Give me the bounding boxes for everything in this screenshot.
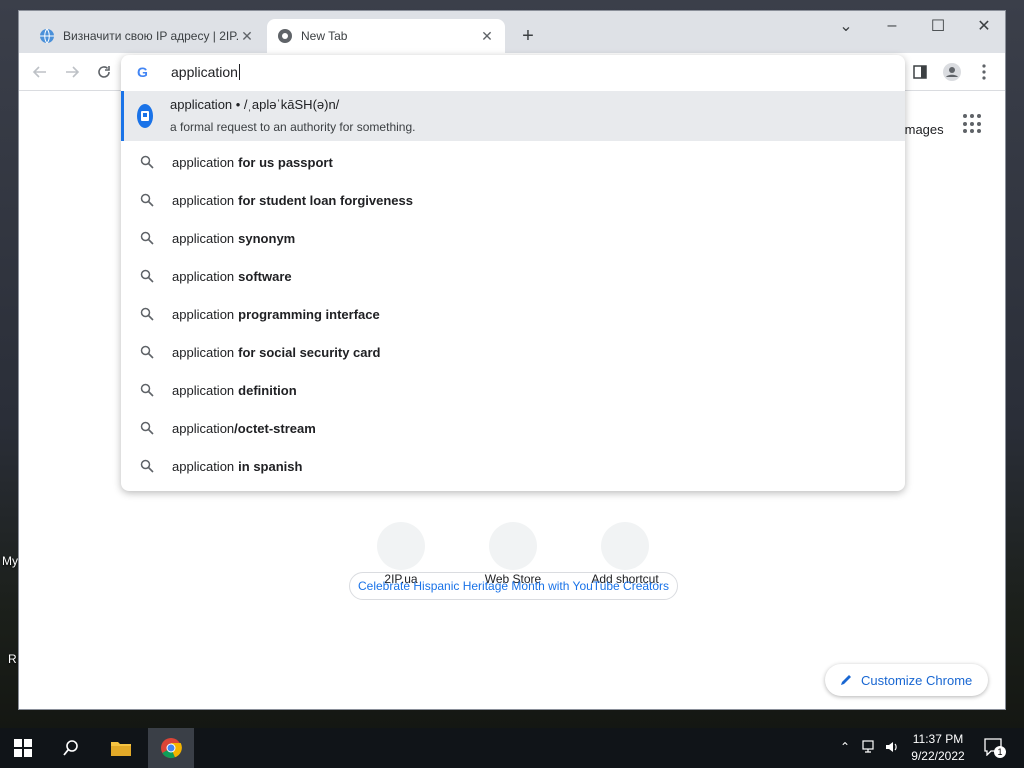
search-icon	[139, 193, 155, 207]
search-button[interactable]	[48, 728, 94, 768]
plus-icon	[601, 522, 649, 570]
suggestion-prefix: application	[172, 154, 235, 170]
desktop-icon-label[interactable]: R	[8, 652, 17, 666]
search-icon	[139, 345, 155, 359]
tab-strip: Визначити свою IP адресу | 2IP.ua ✕ New …	[19, 11, 1005, 53]
minimize-button[interactable]: –	[869, 11, 915, 41]
suggestion-completion: in spanish	[238, 458, 303, 474]
answer-definition: a formal request to an authority for som…	[170, 120, 416, 134]
doodle-chip[interactable]: Celebrate Hispanic Heritage Month with Y…	[349, 572, 679, 600]
search-suggestion[interactable]: application software	[121, 257, 905, 295]
desktop-icon-label[interactable]: My	[2, 554, 18, 568]
close-window-button[interactable]: ✕	[961, 11, 1005, 41]
search-suggestion[interactable]: application for us passport	[121, 143, 905, 181]
globe-icon	[377, 522, 425, 570]
profile-avatar[interactable]	[941, 61, 963, 83]
omnibox-input[interactable]: application	[171, 64, 240, 80]
start-button[interactable]	[0, 728, 46, 768]
suggestion-prefix: application	[172, 458, 235, 474]
folder-icon	[111, 742, 131, 756]
clock-time: 11:37 PM	[912, 732, 964, 746]
reload-icon	[98, 66, 110, 78]
pencil-icon	[841, 675, 851, 685]
arrow-right-icon	[66, 66, 80, 78]
tab-title: New Tab	[301, 29, 348, 43]
close-icon[interactable]: ✕	[239, 28, 255, 44]
search-suggestion[interactable]: application definition	[121, 371, 905, 409]
omnibox[interactable]: G application	[121, 55, 905, 89]
search-icon	[139, 459, 155, 473]
search-suggestion[interactable]: application programming interface	[121, 295, 905, 333]
tab-title: Визначити свою IP адресу | 2IP.ua	[63, 29, 239, 43]
reload-button[interactable]	[93, 61, 115, 83]
chrome-icon	[277, 28, 293, 44]
search-icon	[139, 383, 155, 397]
suggestion-completion: definition	[238, 382, 297, 398]
browser-window: Визначити свою IP адресу | 2IP.ua ✕ New …	[18, 10, 1006, 710]
chevron-down-icon[interactable]: ⌄	[823, 11, 869, 41]
taskbar: ⌃ 11:37 PM 9/22/2022 1	[0, 728, 1024, 768]
chrome-icon	[161, 738, 182, 759]
suggestion-completion: for social security card	[238, 344, 381, 360]
chevron-up-icon[interactable]: ⌃	[840, 740, 850, 754]
windows-icon	[14, 739, 32, 757]
close-icon[interactable]: ✕	[479, 28, 495, 44]
search-suggestion[interactable]: application for social security card	[121, 333, 905, 371]
side-panel-icon[interactable]	[909, 61, 931, 83]
network-icon[interactable]	[862, 740, 878, 757]
web-store-icon	[489, 522, 537, 570]
search-icon	[63, 740, 78, 756]
volume-icon[interactable]	[884, 740, 900, 757]
text-caret	[238, 64, 240, 80]
new-tab-button[interactable]: +	[517, 25, 539, 47]
tab-new-tab[interactable]: New Tab ✕	[267, 19, 505, 53]
customize-chrome-button[interactable]: Customize Chrome	[825, 664, 989, 696]
suggestion-prefix: application	[172, 230, 235, 246]
back-button[interactable]	[29, 61, 51, 83]
suggestion-prefix: application	[172, 382, 235, 398]
arrow-left-icon	[32, 66, 46, 78]
suggestion-prefix: application	[172, 344, 235, 360]
apps-grid-icon[interactable]	[963, 114, 983, 134]
search-suggestion[interactable]: application for student loan forgiveness	[121, 181, 905, 219]
images-link[interactable]: Images	[901, 122, 944, 137]
maximize-button[interactable]: ☐	[915, 11, 961, 41]
system-clock[interactable]: 11:37 PM 9/22/2022	[906, 731, 970, 765]
suggestion-prefix: application	[172, 306, 235, 322]
notification-badge: 1	[994, 746, 1006, 758]
suggestion-completion: /octet-stream	[234, 420, 316, 436]
suggestion-completion: for us passport	[238, 154, 333, 170]
kebab-menu-icon[interactable]	[973, 61, 995, 83]
suggestion-prefix: application	[172, 420, 235, 436]
dictionary-suggestion[interactable]: application • /ˌapləˈkāSH(ə)n/ a formal …	[121, 91, 905, 141]
search-suggestion[interactable]: application/octet-stream	[121, 409, 905, 447]
notification-icon[interactable]: 1	[984, 738, 1006, 759]
suggestion-completion: programming interface	[238, 306, 380, 322]
search-icon	[139, 231, 155, 245]
search-icon	[139, 307, 155, 321]
search-suggestion[interactable]: application synonym	[121, 219, 905, 257]
customize-label: Customize Chrome	[861, 672, 973, 688]
suggestion-completion: for student loan forgiveness	[238, 192, 413, 208]
google-g-icon: G	[137, 64, 148, 80]
forward-button[interactable]	[61, 61, 83, 83]
suggestion-prefix: application	[172, 268, 235, 284]
suggestion-prefix: application	[172, 192, 235, 208]
clock-date: 9/22/2022	[911, 749, 965, 763]
omnibox-text: application	[171, 64, 238, 80]
file-explorer-button[interactable]	[98, 728, 144, 768]
suggestion-completion: synonym	[238, 230, 296, 246]
omnibox-dropdown: G application application • /ˌapləˈkāSH(…	[121, 55, 905, 491]
answer-headline: application • /ˌapləˈkāSH(ə)n/	[170, 97, 340, 112]
search-suggestion[interactable]: application in spanish	[121, 447, 905, 485]
suggestion-completion: software	[238, 268, 292, 284]
search-icon	[139, 421, 155, 435]
tab-2ip[interactable]: Визначити свою IP адресу | 2IP.ua ✕	[29, 19, 265, 53]
search-icon	[139, 155, 155, 169]
search-icon	[139, 269, 155, 283]
chrome-taskbar-button[interactable]	[148, 728, 194, 768]
dictionary-icon	[137, 104, 153, 128]
globe-icon	[39, 28, 55, 44]
